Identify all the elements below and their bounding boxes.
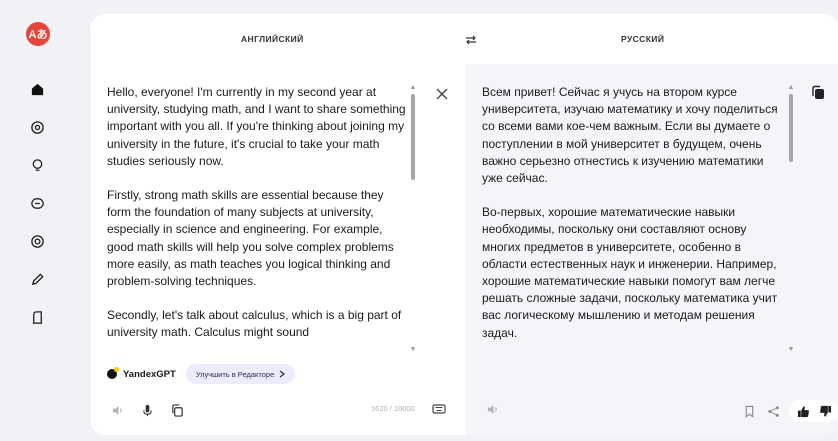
nav-ideas[interactable] [26,154,48,176]
bookmark-button[interactable] [741,403,757,419]
pencil-icon [31,272,44,285]
scroll-up-arrow[interactable]: ▲ [409,84,417,92]
source-pane: Hello, everyone! I'm currently in my sec… [91,64,466,435]
nav-chat[interactable] [26,192,48,214]
yandexgpt-row: YandexGPT Улучшить в Редакторе [107,363,296,385]
nav-edit[interactable] [26,268,48,290]
swap-icon [466,35,476,45]
source-paragraph: Secondly, let's talk about calculus, whi… [107,308,402,340]
speaker-icon [112,405,122,415]
translator-card: АНГЛИЙСКИЙ РУССКИЙ Hello, everyone! I'm … [91,14,838,435]
thumbs-down-icon [819,405,831,417]
source-language-selector[interactable]: АНГЛИЙСКИЙ [241,34,304,44]
translation-paragraph: Во-первых, хорошие математические навыки… [482,205,778,340]
translation-paragraph: Всем привет! Сейчас я учусь на втором ку… [482,85,778,186]
sidebar: Aあ [0,0,76,441]
copy-translation-button[interactable] [810,85,826,101]
listen-source-button[interactable] [109,402,125,418]
listen-translation-button[interactable] [484,401,500,417]
home-icon [31,83,43,95]
translation-scrollbar[interactable]: ▲ ▼ [787,84,795,354]
image-icon [30,120,44,134]
scroll-down-arrow[interactable]: ▼ [787,346,795,354]
translation-actions [741,400,838,422]
thumbs-down-button[interactable] [817,403,833,419]
copy-icon [171,403,183,417]
nav-translate[interactable] [26,78,48,100]
nav-camera[interactable] [26,230,48,252]
source-text-area[interactable]: Hello, everyone! I'm currently in my sec… [107,84,407,354]
bulb-icon [32,158,42,171]
source-toolbar [109,400,185,420]
yandexgpt-logo-icon [107,367,119,379]
target-language-selector[interactable]: РУССКИЙ [621,34,664,44]
share-button[interactable] [765,403,781,419]
nav-images[interactable] [26,116,48,138]
microphone-icon [142,404,152,416]
share-icon [767,405,779,417]
clear-text-button[interactable] [435,87,449,101]
document-icon [32,310,42,324]
camera-icon [30,234,44,248]
thumbs-up-button[interactable] [795,403,811,419]
copy-source-button[interactable] [169,402,185,418]
chat-icon [30,197,44,209]
improve-in-editor-button[interactable]: Улучшить в Редакторе [185,364,296,384]
scroll-thumb[interactable] [411,94,415,180]
rating-group [789,400,838,422]
improve-button-label: Улучшить в Редакторе [195,369,275,379]
character-counter: 1620 / 10000 [371,404,415,413]
app-logo[interactable]: Aあ [26,22,50,46]
yandexgpt-label: YandexGPT [123,368,176,380]
virtual-keyboard-button[interactable] [431,401,447,417]
copy-icon [812,85,824,99]
voice-input-button[interactable] [139,402,155,418]
swap-languages-button[interactable] [460,29,482,51]
keyboard-icon [432,404,446,414]
source-paragraph: Firstly, strong math skills are essentia… [107,188,394,289]
speaker-icon [487,404,497,414]
scroll-thumb[interactable] [789,94,793,162]
scroll-up-arrow[interactable]: ▲ [787,84,795,92]
nav-docs[interactable] [26,306,48,328]
translation-text: Всем привет! Сейчас я учусь на втором ку… [482,84,787,354]
thumbs-up-icon [797,405,809,417]
close-icon [436,88,448,100]
translation-pane: Всем привет! Сейчас я учусь на втором ку… [466,64,838,435]
chevron-right-icon [279,370,286,378]
source-paragraph: Hello, everyone! I'm currently in my sec… [107,85,406,168]
scroll-down-arrow[interactable]: ▼ [409,346,417,354]
source-scrollbar[interactable]: ▲ ▼ [409,84,417,354]
bookmark-icon [745,405,753,418]
